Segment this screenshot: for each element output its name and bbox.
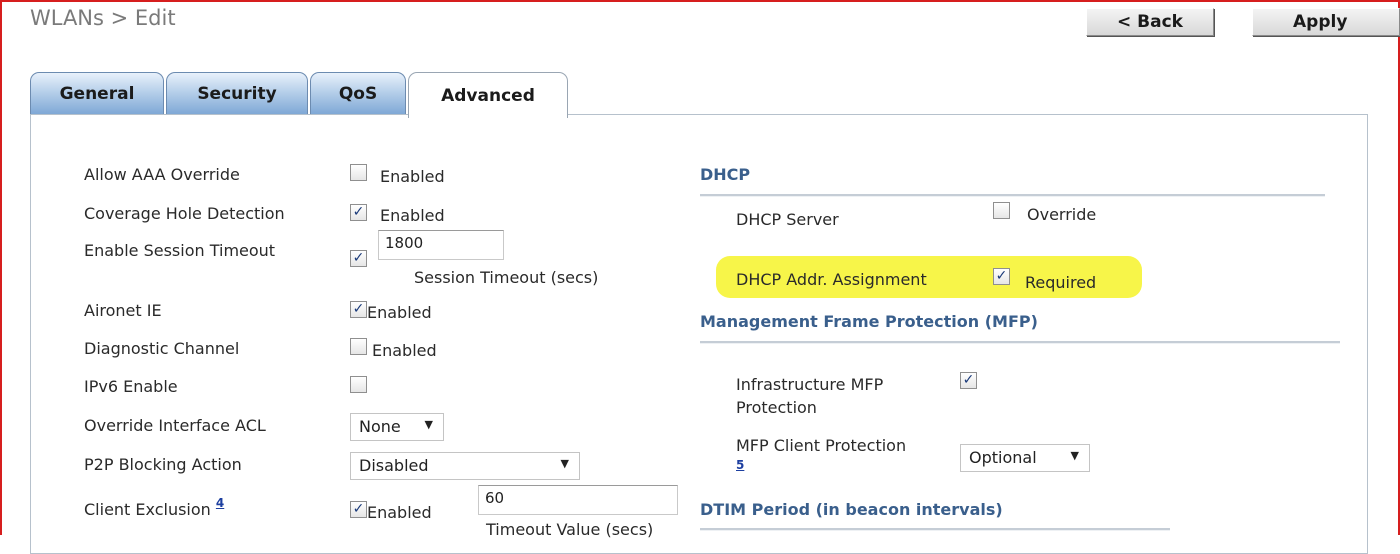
dhcp-addr-assignment-checkbox[interactable]: ✓ [993,268,1010,285]
footnote-5-link[interactable]: 5 [736,458,744,472]
infrastructure-mfp-label-line2: Protection [736,398,817,417]
session-timeout-checkbox[interactable]: ✓ [350,250,367,267]
mfp-client-protection-select[interactable]: Optional ▼ [960,444,1090,472]
p2p-blocking-label: P2P Blocking Action [84,455,242,474]
tab-qos[interactable]: QoS [310,72,406,114]
p2p-blocking-value: Disabled [359,456,429,475]
dropdown-arrow-icon: ▼ [1070,449,1079,462]
tab-general[interactable]: General [30,72,164,114]
apply-button[interactable]: Apply [1252,8,1400,36]
diagnostic-channel-checkbox[interactable] [350,338,367,355]
client-exclusion-timeout-input[interactable]: 60 [478,485,678,515]
dtim-section-title: DTIM Period (in beacon intervals) [700,500,1003,519]
dropdown-arrow-icon: ▼ [560,457,569,470]
p2p-blocking-select[interactable]: Disabled ▼ [350,452,580,480]
back-button[interactable]: < Back [1086,8,1214,36]
dhcp-addr-assignment-label: DHCP Addr. Assignment [736,270,927,289]
client-exclusion-checkbox[interactable]: ✓ [350,501,367,518]
infrastructure-mfp-label-line1: Infrastructure MFP [736,375,884,394]
coverage-hole-checkbox[interactable]: ✓ [350,204,367,221]
tab-advanced[interactable]: Advanced [408,72,568,118]
infrastructure-mfp-checkbox[interactable]: ✓ [960,372,977,389]
dhcp-divider [700,194,1325,197]
tab-security[interactable]: Security [166,72,308,114]
session-timeout-input[interactable]: 1800 [378,230,504,260]
diagnostic-channel-label: Diagnostic Channel [84,339,240,358]
dhcp-server-label: DHCP Server [736,210,839,229]
dropdown-arrow-icon: ▼ [424,418,433,431]
session-timeout-caption: Session Timeout (secs) [414,268,599,287]
aaa-override-label: Allow AAA Override [84,165,240,184]
ipv6-enable-label: IPv6 Enable [84,377,178,396]
client-exclusion-enabled-text: Enabled [367,503,432,522]
aaa-override-checkbox[interactable] [350,164,367,181]
dtim-divider [700,528,1170,531]
footnote-4-link[interactable]: 4 [216,496,224,510]
client-exclusion-label: Client Exclusion 4 [84,496,224,519]
aironet-ie-label: Aironet IE [84,301,162,320]
coverage-hole-label: Coverage Hole Detection [84,204,285,223]
mfp-divider [700,341,1340,344]
dhcp-addr-assignment-text: Required [1025,273,1097,292]
ipv6-enable-checkbox[interactable] [350,376,367,393]
coverage-hole-text: Enabled [380,206,445,225]
page-title: WLANs > Edit [30,6,176,30]
diagnostic-channel-text: Enabled [372,341,437,360]
override-acl-value: None [359,417,401,436]
client-exclusion-text: Client Exclusion [84,500,211,519]
session-timeout-label: Enable Session Timeout [84,241,276,260]
aaa-override-text: Enabled [380,167,445,186]
override-acl-select[interactable]: None ▼ [350,413,444,441]
mfp-section-title: Management Frame Protection (MFP) [700,312,1038,331]
aironet-ie-checkbox[interactable]: ✓ [350,301,367,318]
dhcp-server-override-checkbox[interactable] [993,202,1010,219]
dhcp-section-title: DHCP [700,165,751,184]
override-acl-label: Override Interface ACL [84,416,266,435]
client-exclusion-timeout-caption: Timeout Value (secs) [486,520,654,539]
aironet-ie-text: Enabled [367,303,432,322]
mfp-client-protection-value: Optional [969,448,1037,467]
mfp-client-protection-label: MFP Client Protection [736,436,907,455]
dhcp-server-override-text: Override [1027,205,1097,224]
